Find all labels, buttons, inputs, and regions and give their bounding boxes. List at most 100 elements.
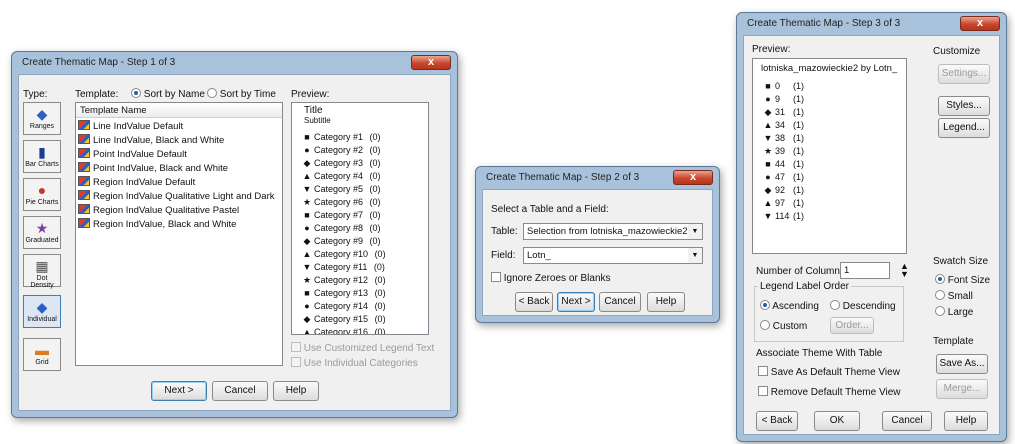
legend-row: ● 47 (1) [761, 171, 906, 184]
legend-count: (1) [793, 133, 804, 143]
save-default-label: Save As Default Theme View [770, 367, 900, 378]
save-as-button[interactable]: Save As... [936, 354, 988, 374]
step3-help-button[interactable]: Help [944, 411, 988, 431]
type-individual-button[interactable]: ◆ Individual [23, 295, 61, 328]
custom-radio[interactable]: Custom [760, 320, 807, 332]
type-graduated-label: Graduated [25, 237, 59, 244]
legend-count: (1) [793, 185, 804, 195]
ascending-radio-dot [760, 300, 770, 310]
category-count: (0) [374, 301, 386, 311]
sort-by-time-radio[interactable]: Sort by Time [207, 88, 276, 100]
category-label: Category #12 [314, 275, 369, 285]
settings-button[interactable]: Settings... [938, 64, 990, 84]
legend-value: 47 [775, 172, 786, 182]
table-select[interactable]: Selection from lotniska_mazowieckie2 ▼ [523, 223, 703, 240]
type-dot-density-button[interactable]: ▦ Dot Density [23, 254, 61, 289]
category-count: (0) [373, 262, 385, 272]
step1-help-button[interactable]: Help [273, 381, 319, 401]
category-symbol-icon: ▼ [302, 262, 312, 272]
step2-help-button[interactable]: Help [647, 292, 685, 312]
type-pie-charts-button[interactable]: ● Pie Charts [23, 178, 61, 211]
legend-symbol-icon: ◆ [764, 185, 772, 195]
step1-close-button[interactable]: x [411, 55, 451, 70]
template-item[interactable]: Region IndValue Qualitative Pastel [78, 204, 282, 218]
ascending-radio[interactable]: Ascending [760, 300, 819, 312]
category-label: Category #11 [314, 262, 368, 272]
remove-default-checkbox[interactable]: Remove Default Theme View [758, 386, 900, 398]
preview-category-row: ■ Category #13 (0) [300, 287, 428, 300]
template-item[interactable]: Region IndValue, Black and White [78, 218, 282, 232]
type-graduated-button[interactable]: ★ Graduated [23, 216, 61, 249]
chevron-down-icon: ▼ [688, 248, 702, 263]
category-count: (0) [374, 314, 386, 324]
template-list[interactable]: Template Name Line IndValue Default Line… [75, 102, 283, 366]
step1-title: Create Thematic Map - Step 1 of 3 [22, 57, 176, 68]
font-size-radio[interactable]: Font Size [935, 274, 990, 286]
order-button[interactable]: Order... [830, 317, 874, 334]
table-select-value: Selection from lotniska_mazowieckie2 [527, 226, 688, 237]
step2-cancel-button[interactable]: Cancel [599, 292, 641, 312]
category-label: Category #2 [314, 145, 364, 155]
save-default-checkbox[interactable]: Save As Default Theme View [758, 366, 900, 378]
use-customized-legend-check [291, 342, 301, 352]
template-item[interactable]: Point IndValue Default [78, 148, 282, 162]
legend-row: ■ 44 (1) [761, 158, 906, 171]
small-radio[interactable]: Small [935, 290, 973, 302]
step2-next-button[interactable]: Next > [557, 292, 595, 312]
field-label: Field: [491, 250, 516, 261]
remove-default-label: Remove Default Theme View [770, 387, 901, 398]
step3-close-button[interactable]: x [960, 16, 1000, 31]
step2-close-button[interactable]: x [673, 170, 713, 185]
styles-button[interactable]: Styles... [938, 96, 990, 116]
step3-back-button[interactable]: < Back [756, 411, 798, 431]
dot-density-icon: ▦ [35, 258, 49, 274]
category-count: (0) [369, 171, 381, 181]
template-item[interactable]: Region IndValue Default [78, 176, 282, 190]
legend-symbol-icon: ▼ [763, 133, 773, 143]
type-grid-button[interactable]: ▬ Grid [23, 338, 61, 371]
columns-spinner-icon[interactable]: ▲ ▼ [900, 262, 909, 279]
use-customized-legend-checkbox[interactable]: Use Customized Legend Text [291, 342, 434, 354]
legend-label-order-label: Legend Label Order [758, 281, 851, 292]
field-select[interactable]: Lotn_ ▼ [523, 247, 703, 264]
legend-button[interactable]: Legend... [938, 118, 990, 138]
step1-dialog: Create Thematic Map - Step 1 of 3 x Type… [11, 51, 458, 418]
large-radio[interactable]: Large [935, 306, 973, 318]
category-count: (0) [374, 275, 386, 285]
preview-category-row: ■ Category #1 (0) [300, 131, 428, 144]
step1-next-button[interactable]: Next > [151, 381, 207, 401]
template-item-label: Region IndValue Default [93, 177, 196, 188]
columns-input[interactable]: 1 [840, 262, 890, 279]
type-dot-density-label: Dot Density [30, 275, 54, 289]
preview-category-row: ▼ Category #11 (0) [300, 261, 428, 274]
type-pie-charts-label: Pie Charts [25, 199, 59, 206]
template-item[interactable]: Region IndValue Qualitative Light and Da… [78, 190, 282, 204]
category-symbol-icon: ★ [302, 197, 312, 207]
legend-symbol-icon: ▲ [763, 120, 773, 130]
preview-category-row: ● Category #2 (0) [300, 144, 428, 157]
legend-symbol-icon: ★ [763, 146, 773, 156]
template-item[interactable]: Line IndValue Default [78, 120, 282, 134]
step3-cancel-button[interactable]: Cancel [882, 411, 932, 431]
use-individual-categories-checkbox[interactable]: Use Individual Categories [291, 357, 418, 369]
template-item-label: Line IndValue Default [93, 121, 184, 132]
template-item[interactable]: Point IndValue, Black and White [78, 162, 282, 176]
type-bar-charts-button[interactable]: ▮ Bar Charts [23, 140, 61, 173]
step2-back-button[interactable]: < Back [515, 292, 553, 312]
sort-by-name-radio[interactable]: Sort by Name [131, 88, 205, 100]
legend-value: 114 [775, 211, 790, 221]
step1-cancel-button[interactable]: Cancel [212, 381, 268, 401]
template-item[interactable]: Line IndValue, Black and White [78, 134, 282, 148]
step3-ok-button[interactable]: OK [814, 411, 860, 431]
legend-value: 97 [775, 198, 786, 208]
merge-button[interactable]: Merge... [936, 379, 988, 399]
ignore-zeroes-checkbox[interactable]: Ignore Zeroes or Blanks [491, 272, 611, 284]
category-count: (0) [374, 249, 386, 259]
type-ranges-button[interactable]: ◆ Ranges [23, 102, 61, 135]
step3-dialog: Create Thematic Map - Step 3 of 3 x Prev… [736, 12, 1007, 442]
template-item-label: Region IndValue Qualitative Light and Da… [93, 191, 275, 202]
descending-radio[interactable]: Descending [830, 300, 896, 312]
preview-category-row: ▲ Category #10 (0) [300, 248, 428, 261]
sort-by-time-label: Sort by Time [219, 89, 276, 100]
preview-category-row: ● Category #14 (0) [300, 300, 428, 313]
